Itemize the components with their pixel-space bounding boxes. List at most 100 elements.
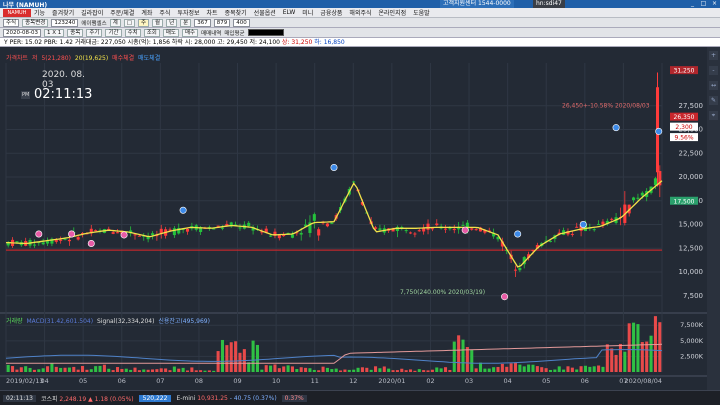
volume-bar	[6, 364, 10, 372]
x-tick-label: 2020/08/04	[625, 377, 662, 385]
status-bar: 02:11:13 코스피 2,248.19 ▲ 1.18 (0.05%) 520…	[0, 390, 720, 405]
volume-bar	[632, 322, 636, 372]
tab-week[interactable]: 주	[137, 18, 150, 27]
volume-bar	[137, 370, 141, 372]
count-input[interactable]: 879	[213, 18, 231, 27]
menu-item[interactable]: 투자정보	[177, 8, 199, 17]
cycle-button[interactable]: 주기	[86, 28, 103, 37]
volume-bar	[11, 366, 15, 372]
volume-bar	[588, 366, 592, 372]
trade-history-checkbox[interactable]: 매매내역	[201, 29, 221, 37]
volume-bar	[452, 341, 456, 372]
menu-item[interactable]: 즐겨찾기	[52, 8, 74, 17]
price-box-text-2: 2,300	[675, 124, 692, 131]
volume-bar	[155, 369, 159, 372]
draw-icon[interactable]: ✎	[709, 96, 718, 105]
volume-bar	[649, 335, 653, 372]
chart-area[interactable]: 2019/02/13 04 05 06 07 08 09 10 11 12 2020/01 02 03 0…	[0, 47, 720, 405]
tab-minute[interactable]: 분	[180, 18, 192, 27]
buy-button[interactable]: 매수	[181, 28, 199, 37]
vol-tick-label: 5,000K	[680, 337, 704, 345]
volume-bar	[317, 370, 321, 372]
volume-bar	[400, 368, 404, 372]
zoom-in-icon[interactable]: +	[709, 51, 718, 60]
range-button[interactable]: 기간	[105, 28, 122, 37]
candle-body	[76, 237, 80, 240]
volume-bar	[426, 370, 430, 372]
date-input[interactable]: 2020-08-03	[3, 28, 41, 37]
menu-item[interactable]: 차트	[207, 8, 218, 17]
zoom-out-icon[interactable]: -	[709, 66, 718, 75]
tab-period-1[interactable]: 계	[109, 18, 121, 27]
x-tick-label: 03	[465, 377, 473, 385]
menu-item[interactable]: 계좌	[141, 8, 152, 17]
stock-code-input[interactable]: 123240	[51, 18, 79, 27]
volume-bar	[133, 367, 137, 372]
legend-macd: MACD(31.42,601.504)	[26, 318, 94, 325]
maximize-icon[interactable]: □	[698, 0, 709, 8]
menu-item[interactable]: 기능	[34, 8, 45, 17]
volume-bar	[535, 366, 539, 372]
sell-button[interactable]: 매도	[162, 28, 179, 37]
candle-body	[15, 241, 19, 243]
line-color-picker[interactable]	[247, 29, 284, 36]
menu-item[interactable]: 선물옵션	[254, 8, 276, 17]
volume-bar	[194, 370, 198, 372]
query-button[interactable]: 조회	[143, 28, 160, 37]
menu-item[interactable]: 주문/체결	[110, 8, 134, 17]
menu-item[interactable]: 도움말	[413, 8, 430, 17]
tab-period-2[interactable]: □	[123, 18, 135, 27]
chart-type-select[interactable]: 주식	[3, 18, 20, 27]
sell-marker	[612, 124, 620, 132]
price-box-text-3: 9.56%	[674, 135, 693, 142]
menu-item[interactable]: 해외주식	[349, 8, 371, 17]
menu-item[interactable]: 종목찾기	[225, 8, 247, 17]
candle-body	[277, 234, 281, 239]
low-annotation: 7,750(240.00% 2020/03/19)	[400, 289, 485, 296]
volume-bar	[172, 366, 176, 372]
avg-price-checkbox[interactable]: 매입평균	[224, 29, 244, 37]
high-annotation: 26,450+-10.58% 2020/08/03	[562, 103, 650, 110]
value-button[interactable]: 수치	[124, 28, 141, 37]
candle-body	[63, 238, 67, 240]
volume-bar	[645, 341, 649, 372]
volume-bar	[413, 370, 417, 372]
stock-info-bar: Y PER: 15.02 PBR: 1.42 거래대금: 227,050 시총(…	[0, 38, 720, 47]
candle-body	[269, 235, 273, 237]
period-input[interactable]: 367	[194, 18, 211, 27]
pan-icon[interactable]: ↔	[709, 81, 718, 90]
info-text: Y PER: 15.02 PBR: 1.42 거래대금: 227,050 시총(…	[4, 39, 280, 46]
volume-bar	[312, 369, 316, 372]
tab-month[interactable]: 월	[152, 18, 164, 27]
crosshair-icon[interactable]: ⌖	[709, 111, 718, 120]
menu-item[interactable]: 주식	[159, 8, 170, 17]
price-chart-canvas[interactable]: 2019/02/1304 05 06 07 08 09 10 11 12 2020/01 02 03 0…	[0, 47, 707, 390]
close-icon[interactable]: ×	[709, 0, 720, 8]
tab-year[interactable]: 년	[166, 18, 178, 27]
volume-bar	[76, 369, 80, 372]
menu-item[interactable]: 미니	[302, 8, 313, 17]
view-count-input[interactable]: 400	[233, 18, 250, 27]
candle-body	[636, 197, 640, 199]
volume-bar	[605, 344, 609, 372]
x-tick-label: 08	[195, 377, 203, 385]
customer-center[interactable]: 고객지원센터 1544-0000	[440, 0, 514, 8]
volume-bar	[24, 366, 28, 372]
minimize-icon[interactable]: _	[687, 0, 698, 8]
volume-bar	[658, 322, 662, 372]
status-volume: 520,222	[138, 394, 172, 402]
candle-body	[54, 240, 58, 242]
change-stock-button[interactable]: 종목변경	[22, 18, 49, 27]
menu-item[interactable]: 온라인지점	[379, 8, 407, 17]
volume-bar	[277, 368, 281, 372]
volume-bar	[220, 339, 225, 372]
menu-item[interactable]: 길라잡이	[81, 8, 103, 17]
stock-button[interactable]: 종목	[67, 28, 84, 37]
layout-button[interactable]: 1 X 1	[43, 28, 65, 37]
volume-bar	[478, 362, 483, 372]
menu-item[interactable]: 금융상품	[320, 8, 342, 17]
volume-bar	[474, 368, 478, 372]
menu-item[interactable]: ELW	[283, 9, 296, 16]
candle-body	[59, 239, 63, 241]
volume-bar	[41, 368, 45, 372]
